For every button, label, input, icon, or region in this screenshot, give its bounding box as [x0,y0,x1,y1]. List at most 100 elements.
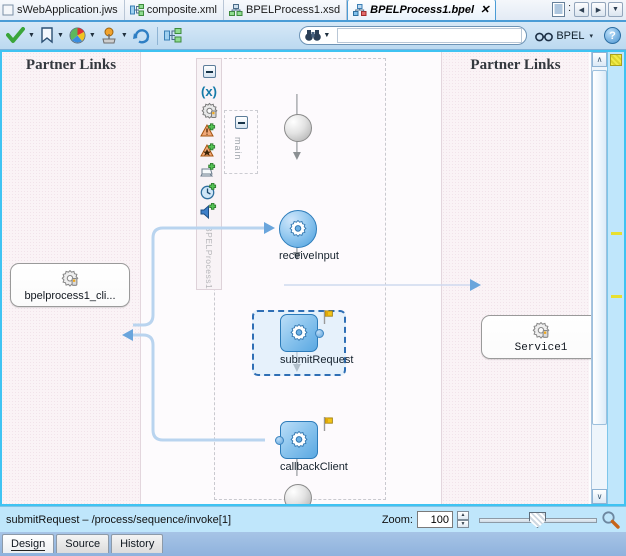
bpel-icon [353,3,367,16]
glasses-icon [535,32,554,41]
search-box[interactable]: ▼ [299,26,528,45]
search-input[interactable] [337,28,523,43]
zoom-input[interactable] [417,511,453,528]
receive-input-activity[interactable]: receiveInput [279,210,339,262]
tab-source[interactable]: Source [56,534,110,553]
validate-button[interactable] [5,25,26,47]
tab-label: composite.xml [146,4,217,16]
palette-partner-links[interactable] [199,102,219,122]
deploy-dropdown-caret[interactable]: ▼ [121,32,128,39]
editor-tab-strip: sWebApplication.jws composite.xml BPELPr… [0,0,626,22]
deploy-button[interactable] [100,25,119,47]
status-text: submitRequest – /process/sequence/invoke… [6,513,232,526]
callback-client-activity[interactable]: callbackClient [280,421,348,473]
palette-alarm-handlers[interactable] [199,182,219,202]
canvas-marker-bar[interactable] [607,52,624,504]
refresh-arrows-icon [132,29,149,44]
partner-link-service1[interactable]: Service1 [481,315,601,359]
zoom-spinner[interactable]: ▲ ▼ [457,511,469,528]
palette-message-handlers[interactable] [199,202,219,222]
end-circle-icon [284,484,312,504]
bpel-design-canvas: Partner Links Partner Links main (x) BPE… [0,50,626,506]
help-button[interactable]: ? [604,27,621,44]
clock-add-icon [200,182,216,200]
palette-event-handlers[interactable] [199,162,219,182]
process-element-palette: (x) BPELProcess1 [196,58,222,290]
tab-composite[interactable]: composite.xml [124,0,224,20]
bookmark-dropdown-caret[interactable]: ▼ [57,32,64,39]
search-dropdown-caret[interactable]: ▼ [323,32,330,39]
validate-dropdown-caret[interactable]: ▼ [28,32,35,39]
tab-prev-button[interactable]: ◀ [574,2,589,17]
tab-label: BPELProcess1.xsd [245,4,341,16]
bookmark-button[interactable] [39,25,55,47]
document-list-icon[interactable] [551,2,565,17]
marker-tick[interactable] [611,295,622,298]
composite-nodes-icon [163,28,182,43]
deploy-icon [102,27,116,44]
view-selector-caret[interactable]: ▾ [589,32,593,40]
zoom-slider[interactable] [479,511,597,528]
color-wheel-icon [69,27,86,44]
composite-button[interactable] [163,25,183,47]
tab-jws[interactable]: sWebApplication.jws [0,0,125,20]
tab-navigation-controls: : ◀ ▶ ▼ [548,0,626,20]
tab-label: sWebApplication.jws [17,4,118,16]
palette-fault-handlers[interactable] [199,142,219,162]
zoom-increment-button[interactable]: ▲ [457,511,469,520]
zoom-slider-thumb[interactable] [529,512,546,528]
tab-design[interactable]: Design [2,534,55,553]
tab-close-button[interactable]: ✕ [480,3,489,16]
jws-icon [2,4,14,16]
main-scope-collapse-toggle[interactable] [235,116,248,129]
event-add-icon [199,163,215,177]
palette-dropdown-caret[interactable]: ▼ [89,32,96,39]
tab-dropdown-button[interactable]: ▼ [608,2,623,17]
refresh-button[interactable] [132,25,152,47]
gear-icon [289,219,307,237]
scrollbar-thumb[interactable] [592,70,607,425]
composite-icon [129,4,144,16]
tab-design-label: Design [11,537,46,551]
partner-link-label: bpelprocess1_cli... [24,289,116,302]
palette-collapse-toggle[interactable] [199,62,219,82]
scrollbar-track[interactable] [592,67,607,489]
scroll-up-button[interactable]: ∧ [592,52,607,67]
magnifier-icon[interactable] [601,510,620,529]
message-add-icon [200,202,216,219]
marker-tick[interactable] [611,232,622,235]
green-check-icon [6,27,25,43]
tab-xsd[interactable]: BPELProcess1.xsd [223,0,348,20]
collapse-box-icon [202,65,216,79]
partner-links-title-left: Partner Links [25,57,117,73]
main-sequence-scope: main [224,110,258,174]
binoculars-icon [305,30,322,41]
palette-correlation-sets[interactable] [199,122,219,142]
tab-history[interactable]: History [111,534,164,553]
callback-activity-shape [280,421,318,459]
gear-partnerlink-icon [200,103,218,120]
variables-x-icon: (x) [201,84,217,100]
activity-label: submitRequest [280,354,354,366]
zoom-decrement-button[interactable]: ▼ [457,519,469,528]
partner-link-client[interactable]: bpelprocess1_cli... [10,263,130,307]
bookmark-icon [41,27,53,44]
partner-link-label: Service1 [514,341,568,354]
tab-next-button[interactable]: ▶ [591,2,606,17]
scroll-down-button[interactable]: ∨ [592,489,607,504]
canvas-vertical-scrollbar[interactable]: ∧ ∨ [591,52,607,504]
submit-request-port[interactable] [315,329,324,338]
palette-button[interactable] [68,25,87,47]
editor-toolbar: ▼ ▼ ▼ ▼ ▼ BPEL ▾ ? [0,22,626,50]
view-selector[interactable]: BPEL ▾ [535,30,597,42]
marker-warning-icon[interactable] [610,54,622,66]
end-terminal[interactable] [284,484,312,504]
palette-variables[interactable]: (x) [199,82,219,102]
submit-request-activity[interactable]: submitRequest [280,314,353,366]
start-circle-icon [284,114,312,142]
gear-partnerlink-icon [61,269,79,287]
callback-client-port[interactable] [275,436,284,445]
tab-bpel[interactable]: BPELProcess1.bpel ✕ [347,0,497,20]
start-terminal[interactable] [284,114,312,142]
bpel-designer-window: sWebApplication.jws composite.xml BPELPr… [0,0,626,556]
